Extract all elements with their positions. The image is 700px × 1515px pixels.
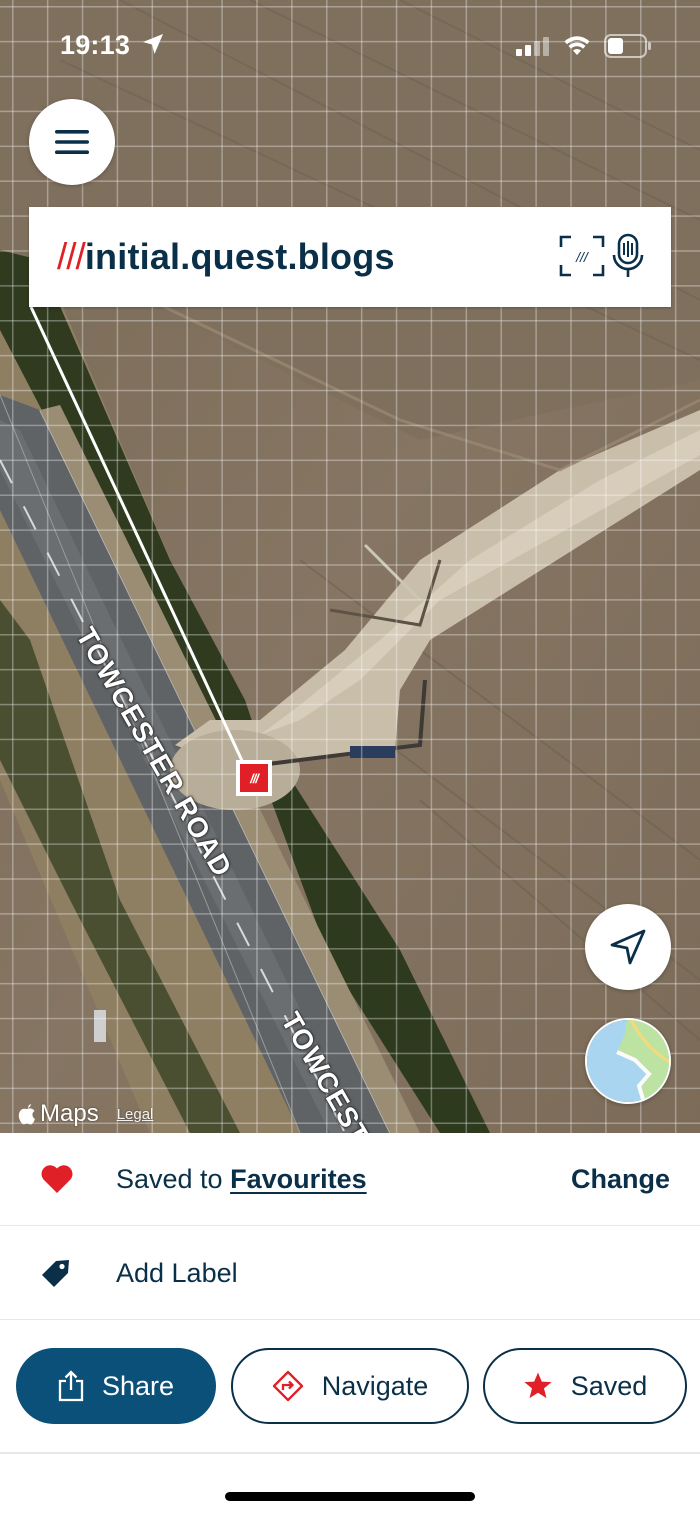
share-button[interactable]: Share [16,1348,216,1424]
divider [0,1452,700,1454]
add-label-row[interactable]: Add Label [0,1227,700,1320]
legal-link[interactable]: Legal [117,1106,154,1123]
navigate-button[interactable]: Navigate [231,1348,469,1424]
saved-list-text: Saved to Favourites [116,1164,367,1195]
location-details-sheet: Saved to Favourites Change Add Label [0,1133,700,1515]
maps-brand: Maps [40,1100,99,1127]
time-text: 19:13 [60,30,131,60]
saved-prefix: Saved to [116,1163,231,1194]
svg-text:///: /// [575,249,590,265]
current-location-button[interactable] [585,904,671,990]
tag-icon [42,1260,69,1287]
home-indicator[interactable] [225,1492,475,1501]
pin-label: /// [240,764,268,792]
address-slashes: /// [57,236,86,277]
add-label-text: Add Label [116,1257,238,1288]
address-search-bar[interactable]: /// initial.quest.blogs /// [29,207,671,307]
menu-button[interactable] [29,99,115,185]
maps-attribution: Maps Legal [18,1100,153,1128]
wifi-icon [564,36,590,55]
location-pin[interactable]: /// [236,760,272,796]
map-view[interactable]: TOWCESTER ROAD TOWCESTER /// 19:13 /// i… [0,0,700,1133]
saved-label: Saved [570,1370,648,1401]
saved-button[interactable]: Saved [483,1348,687,1424]
saved-list-row[interactable]: Saved to Favourites Change [0,1133,700,1226]
map-type-button[interactable] [585,1018,671,1104]
heart-icon [41,1165,73,1193]
scan-icon[interactable]: /// [559,235,605,277]
battery-icon [604,34,651,58]
navigate-label: Navigate [321,1370,429,1401]
compass-arrow-icon [610,929,646,965]
microphone-icon[interactable] [612,233,644,279]
status-bar-indicators [516,34,652,58]
status-bar-time: 19:13 [60,30,164,61]
map-type-icon [587,1020,669,1102]
change-button[interactable]: Change [571,1164,670,1195]
apple-logo-icon [18,1104,35,1125]
action-buttons: Share Navigate Saved [0,1348,700,1424]
share-icon [58,1370,84,1402]
location-arrow-icon [142,34,163,54]
menu-icon [55,130,89,154]
share-label: Share [101,1370,175,1401]
three-word-address: initial.quest.blogs [84,236,395,277]
favourites-link[interactable]: Favourites [230,1164,367,1194]
star-icon [524,1372,552,1399]
navigate-icon [272,1370,303,1402]
signal-icon [516,37,549,56]
